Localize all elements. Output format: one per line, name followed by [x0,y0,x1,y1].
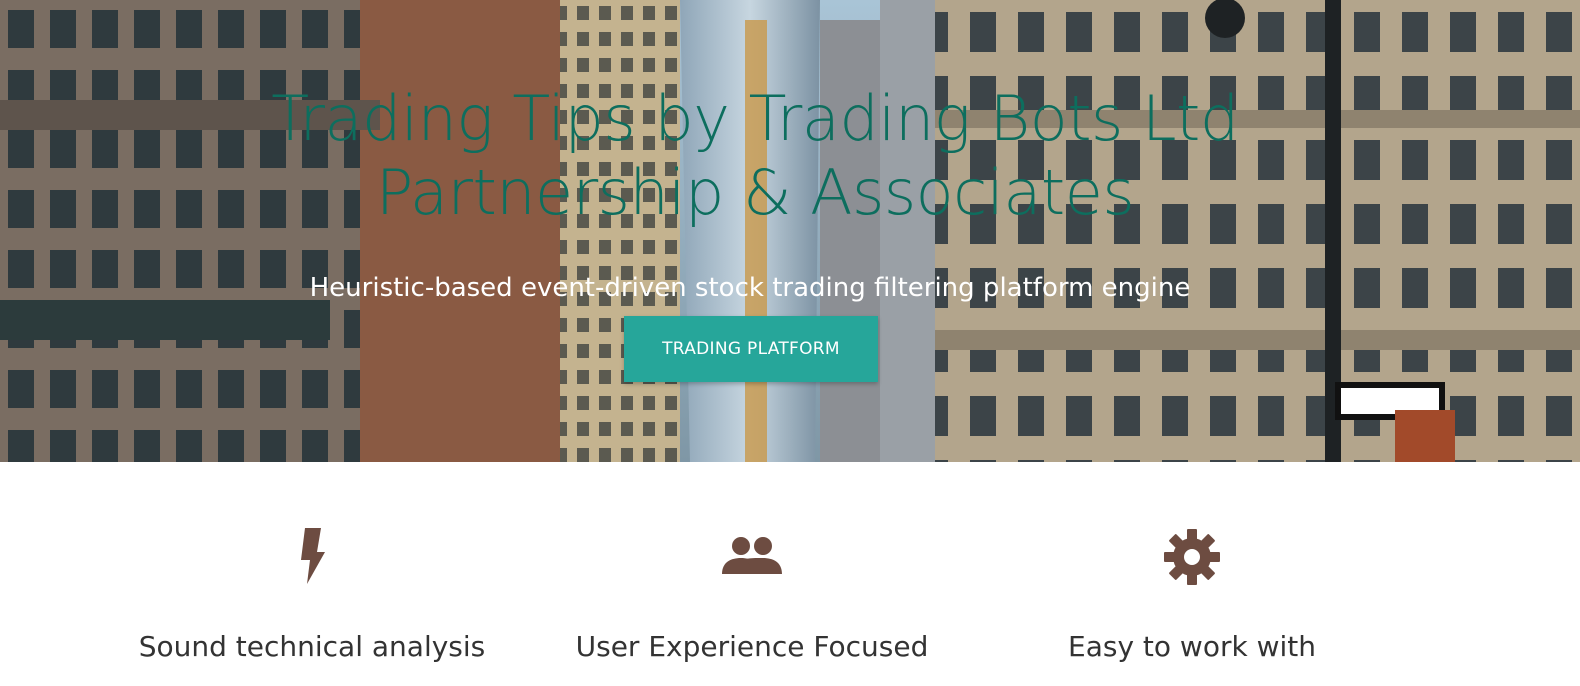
feature-technical-analysis: Sound technical analysis [92,522,532,663]
feature-label: Easy to work with [1068,630,1316,663]
people-icon [722,537,782,574]
feature-user-experience: User Experience Focused [532,522,972,663]
features-section: Sound technical analysis User Experience… [0,462,1580,686]
feature-label: Sound technical analysis [138,630,486,663]
feature-label: User Experience Focused [575,630,929,663]
hero-title: Trading Tips by Trading Bots Ltd Partner… [271,82,1239,229]
trading-platform-button[interactable]: TRADING PLATFORM [624,316,878,382]
hero-background-image [0,0,1580,462]
feature-easy-to-work: Easy to work with [972,522,1412,663]
gear-icon [1164,529,1220,585]
hero-subtitle: Heuristic-based event-driven stock tradi… [309,273,1191,303]
bolt-icon [301,528,325,584]
hero-section: Trading Tips by Trading Bots Ltd Partner… [0,0,1580,462]
